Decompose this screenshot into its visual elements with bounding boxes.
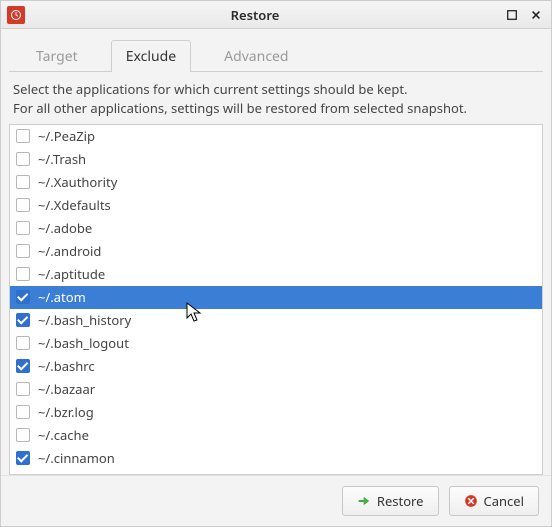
checkbox[interactable] bbox=[16, 198, 30, 212]
window-title: Restore bbox=[7, 6, 503, 24]
list-item-label: ~/.Xdefaults bbox=[38, 196, 111, 214]
list-item[interactable]: ~/.Xauthority bbox=[10, 171, 542, 194]
maximize-icon[interactable] bbox=[503, 6, 521, 24]
checkbox[interactable] bbox=[16, 313, 30, 327]
cancel-button-label: Cancel bbox=[484, 492, 524, 510]
list-item-label: ~/.atom bbox=[38, 288, 86, 306]
checkbox[interactable] bbox=[16, 267, 30, 281]
checkbox[interactable] bbox=[16, 221, 30, 235]
instructions: Select the applications for which curren… bbox=[9, 78, 543, 124]
list-item[interactable]: ~/.bashrc bbox=[10, 355, 542, 378]
checkbox[interactable] bbox=[16, 336, 30, 350]
list-item[interactable]: ~/.PeaZip bbox=[10, 125, 542, 148]
checkbox[interactable] bbox=[16, 405, 30, 419]
checkbox[interactable] bbox=[16, 451, 30, 465]
list-item-label: ~/.bash_logout bbox=[38, 334, 129, 352]
checkbox[interactable] bbox=[16, 382, 30, 396]
close-icon[interactable] bbox=[527, 6, 545, 24]
list-item-label: ~/.bazaar bbox=[38, 380, 95, 398]
tab-bar: Target Exclude Advanced bbox=[9, 35, 543, 71]
arrow-right-icon bbox=[357, 494, 371, 508]
checkbox[interactable] bbox=[16, 359, 30, 373]
list-item[interactable]: ~/.Xdefaults bbox=[10, 194, 542, 217]
cancel-button[interactable]: Cancel bbox=[449, 486, 539, 516]
list-item[interactable]: ~/.cinnamon bbox=[10, 447, 542, 470]
instruction-line: Select the applications for which curren… bbox=[13, 80, 539, 99]
list-item-label: ~/.cinnamon bbox=[38, 449, 115, 467]
list-item[interactable]: ~/.bzr.log bbox=[10, 401, 542, 424]
list-item-label: ~/.config/Atom bbox=[38, 472, 130, 474]
list-item[interactable]: ~/.config/Atom bbox=[10, 470, 542, 474]
checkbox[interactable] bbox=[16, 290, 30, 304]
list-item[interactable]: ~/.bash_history bbox=[10, 309, 542, 332]
list-item[interactable]: ~/.android bbox=[10, 240, 542, 263]
dialog-footer: Restore Cancel bbox=[1, 475, 551, 526]
list-item-label: ~/.bzr.log bbox=[38, 403, 94, 421]
list-item[interactable]: ~/.adobe bbox=[10, 217, 542, 240]
checkbox[interactable] bbox=[16, 428, 30, 442]
checkbox[interactable] bbox=[16, 129, 30, 143]
list-item-label: ~/.aptitude bbox=[38, 265, 105, 283]
list-item-label: ~/.cache bbox=[38, 426, 89, 444]
list-item-label: ~/.bash_history bbox=[38, 311, 131, 329]
exclude-list: ~/.PeaZip ~/.Trash ~/.Xauthority ~/.Xdefaul… bbox=[9, 124, 543, 475]
list-item-label: ~/.bashrc bbox=[38, 357, 95, 375]
restore-window: Restore Target Exclude Advanced Select the… bbox=[0, 0, 552, 527]
list-item[interactable]: ~/.cache bbox=[10, 424, 542, 447]
list-item[interactable]: ~/.Trash bbox=[10, 148, 542, 171]
content-area: Target Exclude Advanced Select the applica… bbox=[1, 29, 551, 475]
window-controls bbox=[503, 6, 545, 24]
checkbox[interactable] bbox=[16, 244, 30, 258]
list-item-label: ~/.Xauthority bbox=[38, 173, 117, 191]
tab-target[interactable]: Target bbox=[21, 40, 93, 72]
titlebar: Restore bbox=[1, 1, 551, 29]
checkbox[interactable] bbox=[16, 152, 30, 166]
cancel-icon bbox=[464, 494, 478, 508]
restore-button[interactable]: Restore bbox=[342, 486, 439, 516]
list-item[interactable]: ~/.aptitude bbox=[10, 263, 542, 286]
tab-exclude[interactable]: Exclude bbox=[111, 40, 191, 72]
list-item-label: ~/.android bbox=[38, 242, 101, 260]
instruction-line: For all other applications, settings wil… bbox=[13, 99, 539, 118]
list-item[interactable]: ~/.bazaar bbox=[10, 378, 542, 401]
exclude-list-scroll[interactable]: ~/.PeaZip ~/.Trash ~/.Xauthority ~/.Xdefaul… bbox=[10, 125, 542, 474]
list-item-label: ~/.Trash bbox=[38, 150, 86, 168]
checkbox[interactable] bbox=[16, 175, 30, 189]
restore-button-label: Restore bbox=[377, 492, 424, 510]
list-item[interactable]: ~/.bash_logout bbox=[10, 332, 542, 355]
list-item-label: ~/.adobe bbox=[38, 219, 92, 237]
list-item-label: ~/.PeaZip bbox=[38, 127, 95, 145]
list-item[interactable]: ~/.atom bbox=[10, 286, 542, 309]
tab-advanced[interactable]: Advanced bbox=[209, 40, 303, 72]
